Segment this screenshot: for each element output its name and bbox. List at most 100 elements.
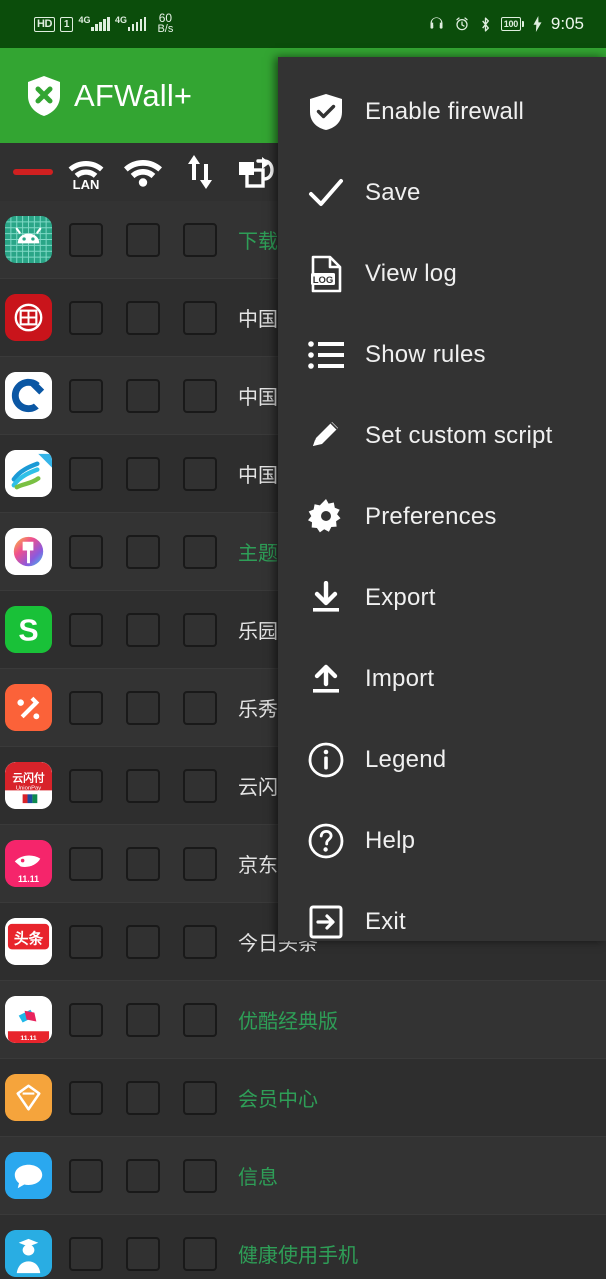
app-permission-checkbox[interactable]: [114, 612, 171, 647]
checkbox[interactable]: [182, 456, 217, 491]
checkbox[interactable]: [68, 1236, 103, 1271]
column-header-wifi-lan[interactable]: LAN: [57, 153, 114, 191]
app-permission-checkbox[interactable]: [57, 378, 114, 413]
app-permission-checkbox[interactable]: [57, 768, 114, 803]
menu-item-view-log[interactable]: LOG View log: [278, 233, 606, 314]
checkbox[interactable]: [182, 768, 217, 803]
checkbox[interactable]: [182, 1002, 217, 1037]
checkbox[interactable]: [68, 456, 103, 491]
app-permission-checkbox[interactable]: [57, 612, 114, 647]
checkbox[interactable]: [125, 1002, 160, 1037]
app-permission-checkbox[interactable]: [171, 924, 228, 959]
checkbox[interactable]: [125, 690, 160, 725]
checkbox[interactable]: [68, 690, 103, 725]
app-permission-checkbox[interactable]: [57, 1002, 114, 1037]
menu-item-import[interactable]: Import: [278, 638, 606, 719]
checkbox[interactable]: [182, 690, 217, 725]
checkbox[interactable]: [68, 612, 103, 647]
checkbox[interactable]: [182, 924, 217, 959]
app-permission-checkbox[interactable]: [171, 846, 228, 881]
app-permission-checkbox[interactable]: [171, 300, 228, 335]
column-header-mobile-data[interactable]: [171, 153, 228, 191]
app-permission-checkbox[interactable]: [171, 768, 228, 803]
checkbox[interactable]: [125, 1080, 160, 1115]
overflow-menu[interactable]: Enable firewall Save LOG View log Show r…: [278, 57, 606, 941]
menu-item-export[interactable]: Export: [278, 557, 606, 638]
checkbox[interactable]: [182, 1236, 217, 1271]
checkbox[interactable]: [182, 846, 217, 881]
app-permission-checkbox[interactable]: [57, 534, 114, 569]
checkbox[interactable]: [125, 1236, 160, 1271]
app-permission-checkbox[interactable]: [171, 1158, 228, 1193]
app-row[interactable]: 11.11 优酷经典版: [0, 981, 606, 1059]
checkbox[interactable]: [125, 534, 160, 569]
app-permission-checkbox[interactable]: [57, 456, 114, 491]
app-permission-checkbox[interactable]: [114, 378, 171, 413]
app-permission-checkbox[interactable]: [171, 690, 228, 725]
checkbox[interactable]: [68, 300, 103, 335]
app-permission-checkbox[interactable]: [57, 690, 114, 725]
column-header-wifi[interactable]: [114, 155, 171, 189]
checkbox[interactable]: [125, 768, 160, 803]
checkbox[interactable]: [182, 378, 217, 413]
app-permission-checkbox[interactable]: [114, 1002, 171, 1037]
checkbox[interactable]: [125, 846, 160, 881]
app-row[interactable]: 信息: [0, 1137, 606, 1215]
checkbox[interactable]: [68, 1080, 103, 1115]
checkbox[interactable]: [125, 924, 160, 959]
app-permission-checkbox[interactable]: [57, 222, 114, 257]
app-row[interactable]: 健康使用手机: [0, 1215, 606, 1279]
checkbox[interactable]: [125, 1158, 160, 1193]
checkbox[interactable]: [68, 222, 103, 257]
app-permission-checkbox[interactable]: [57, 300, 114, 335]
app-permission-checkbox[interactable]: [171, 612, 228, 647]
checkbox[interactable]: [182, 1080, 217, 1115]
checkbox[interactable]: [68, 534, 103, 569]
checkbox[interactable]: [68, 768, 103, 803]
app-row[interactable]: 会员中心: [0, 1059, 606, 1137]
app-permission-checkbox[interactable]: [57, 924, 114, 959]
checkbox[interactable]: [125, 378, 160, 413]
checkbox[interactable]: [182, 534, 217, 569]
checkbox[interactable]: [68, 1002, 103, 1037]
checkbox[interactable]: [182, 1158, 217, 1193]
checkbox[interactable]: [125, 456, 160, 491]
menu-item-save[interactable]: Save: [278, 152, 606, 233]
checkbox[interactable]: [68, 378, 103, 413]
checkbox[interactable]: [125, 300, 160, 335]
menu-item-preferences[interactable]: Preferences: [278, 476, 606, 557]
app-permission-checkbox[interactable]: [114, 690, 171, 725]
menu-item-set-custom-script[interactable]: Set custom script: [278, 395, 606, 476]
app-permission-checkbox[interactable]: [57, 846, 114, 881]
menu-item-help[interactable]: Help: [278, 800, 606, 881]
checkbox[interactable]: [182, 222, 217, 257]
app-permission-checkbox[interactable]: [114, 456, 171, 491]
app-permission-checkbox[interactable]: [171, 1080, 228, 1115]
checkbox[interactable]: [68, 846, 103, 881]
menu-item-enable-firewall[interactable]: Enable firewall: [278, 71, 606, 152]
app-permission-checkbox[interactable]: [114, 846, 171, 881]
app-permission-checkbox[interactable]: [114, 1236, 171, 1271]
menu-item-exit[interactable]: Exit: [278, 881, 606, 962]
checkbox[interactable]: [182, 300, 217, 335]
app-permission-checkbox[interactable]: [57, 1080, 114, 1115]
checkbox[interactable]: [68, 1158, 103, 1193]
checkbox[interactable]: [125, 222, 160, 257]
app-permission-checkbox[interactable]: [171, 534, 228, 569]
app-permission-checkbox[interactable]: [114, 924, 171, 959]
app-permission-checkbox[interactable]: [114, 300, 171, 335]
app-permission-checkbox[interactable]: [114, 1158, 171, 1193]
menu-item-show-rules[interactable]: Show rules: [278, 314, 606, 395]
app-permission-checkbox[interactable]: [57, 1236, 114, 1271]
app-permission-checkbox[interactable]: [171, 1236, 228, 1271]
menu-item-legend[interactable]: Legend: [278, 719, 606, 800]
checkbox[interactable]: [68, 924, 103, 959]
app-permission-checkbox[interactable]: [171, 1002, 228, 1037]
app-permission-checkbox[interactable]: [171, 456, 228, 491]
app-permission-checkbox[interactable]: [114, 222, 171, 257]
checkbox[interactable]: [125, 612, 160, 647]
column-header-roaming[interactable]: [228, 153, 285, 191]
app-permission-checkbox[interactable]: [171, 222, 228, 257]
app-permission-checkbox[interactable]: [114, 1080, 171, 1115]
app-permission-checkbox[interactable]: [171, 378, 228, 413]
